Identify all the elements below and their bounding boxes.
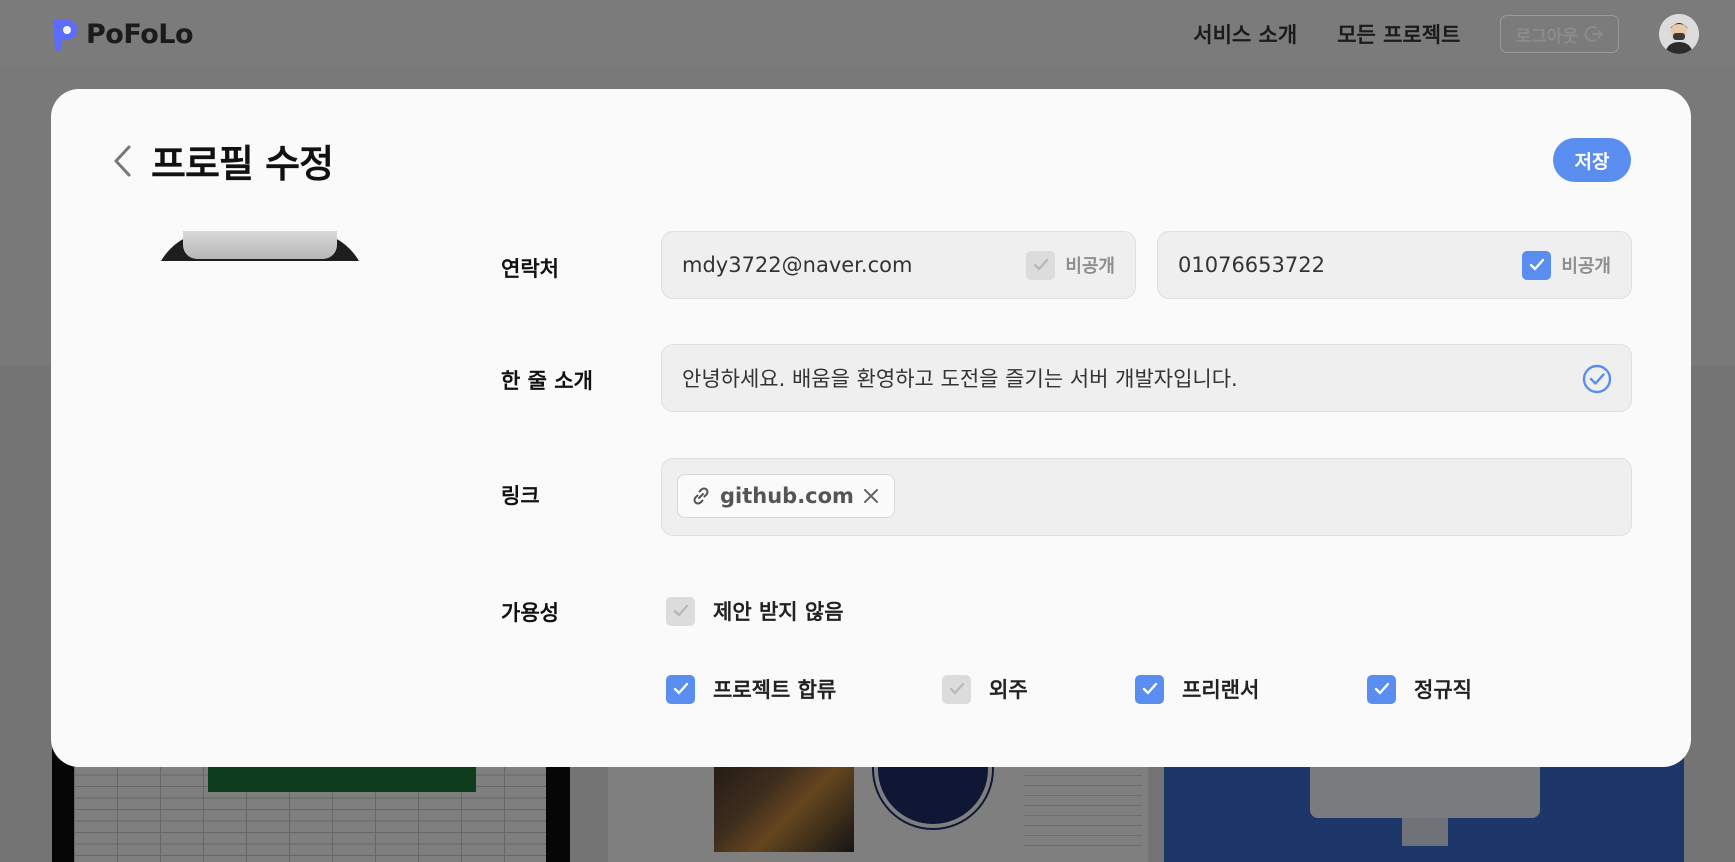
avatar-image xyxy=(1659,14,1699,54)
option-project-join[interactable]: 프로젝트 합류 xyxy=(666,674,836,704)
page-title: 프로필 수정 xyxy=(151,142,334,186)
no-offers-option[interactable]: 제안 받지 않음 xyxy=(666,596,844,626)
intro-input[interactable]: 안녕하세요. 배움을 환영하고 도전을 즐기는 서버 개발자입니다. xyxy=(661,344,1632,412)
nav-link-service-intro[interactable]: 서비스 소개 xyxy=(1193,19,1297,49)
email-private-toggle[interactable]: 비공개 xyxy=(1026,250,1115,280)
logo-text: PoFoLo xyxy=(86,18,194,50)
logout-button[interactable]: 로그아웃 xyxy=(1500,15,1619,53)
top-navigation: 서비스 소개 모든 프로젝트 로그아웃 xyxy=(1193,14,1699,54)
full-time-checkbox[interactable] xyxy=(1367,674,1396,704)
nav-link-all-projects[interactable]: 모든 프로젝트 xyxy=(1337,19,1460,49)
logo[interactable]: PoFoLo xyxy=(50,16,194,52)
logout-label: 로그아웃 xyxy=(1515,26,1578,47)
phone-private-label: 비공개 xyxy=(1561,256,1611,277)
phone-private-toggle[interactable]: 비공개 xyxy=(1522,250,1611,280)
contact-label: 연락처 xyxy=(501,257,559,281)
email-value: mdy3722@naver.com xyxy=(682,253,913,277)
logo-mark-icon xyxy=(53,20,77,51)
link-icon xyxy=(693,487,709,505)
outsourcing-checkbox[interactable] xyxy=(942,674,971,704)
chevron-left-icon[interactable] xyxy=(107,141,139,181)
outsourcing-label: 외주 xyxy=(989,678,1028,702)
option-outsourcing[interactable]: 외주 xyxy=(942,674,1028,704)
link-chip[interactable]: github.com xyxy=(677,474,895,518)
intro-label: 한 줄 소개 xyxy=(501,369,593,393)
close-icon[interactable] xyxy=(862,487,880,505)
save-button[interactable]: 저장 xyxy=(1553,138,1631,182)
links-label: 링크 xyxy=(501,484,540,508)
check-icon xyxy=(1529,258,1545,271)
full-time-label: 정규직 xyxy=(1414,678,1472,702)
check-icon xyxy=(1374,682,1389,695)
freelancer-label: 프리랜서 xyxy=(1182,678,1260,702)
check-icon xyxy=(949,682,964,695)
project-join-checkbox[interactable] xyxy=(666,674,695,704)
links-field[interactable]: github.com xyxy=(661,458,1632,536)
logout-icon xyxy=(1584,26,1604,42)
no-offers-checkbox[interactable] xyxy=(666,596,695,626)
phone-value: 01076653722 xyxy=(1178,253,1325,277)
user-avatar[interactable] xyxy=(1659,14,1699,54)
email-field[interactable]: mdy3722@naver.com 비공개 xyxy=(661,231,1136,299)
email-private-label: 비공개 xyxy=(1065,256,1115,277)
project-join-label: 프로젝트 합류 xyxy=(713,678,837,702)
check-icon xyxy=(1033,258,1049,271)
check-icon xyxy=(673,604,688,617)
check-icon xyxy=(1142,682,1157,695)
profile-image-highlight xyxy=(183,231,337,259)
edit-profile-modal: 프로필 수정 저장 연락처 mdy3722@naver.com 비공개 0107… xyxy=(51,89,1691,767)
option-freelancer[interactable]: 프리랜서 xyxy=(1135,674,1259,704)
freelancer-checkbox[interactable] xyxy=(1135,674,1164,704)
phone-private-checkbox[interactable] xyxy=(1522,250,1552,280)
intro-value: 안녕하세요. 배움을 환영하고 도전을 즐기는 서버 개발자입니다. xyxy=(682,367,1238,391)
option-full-time[interactable]: 정규직 xyxy=(1367,674,1472,704)
availability-label: 가용성 xyxy=(501,601,559,625)
phone-field[interactable]: 01076653722 비공개 xyxy=(1157,231,1632,299)
check-icon xyxy=(673,682,688,695)
email-private-checkbox[interactable] xyxy=(1026,250,1056,280)
check-circle-icon xyxy=(1582,364,1612,394)
link-text: github.com xyxy=(720,484,854,508)
no-offers-label: 제안 받지 않음 xyxy=(713,600,844,624)
profile-image[interactable] xyxy=(153,231,367,261)
